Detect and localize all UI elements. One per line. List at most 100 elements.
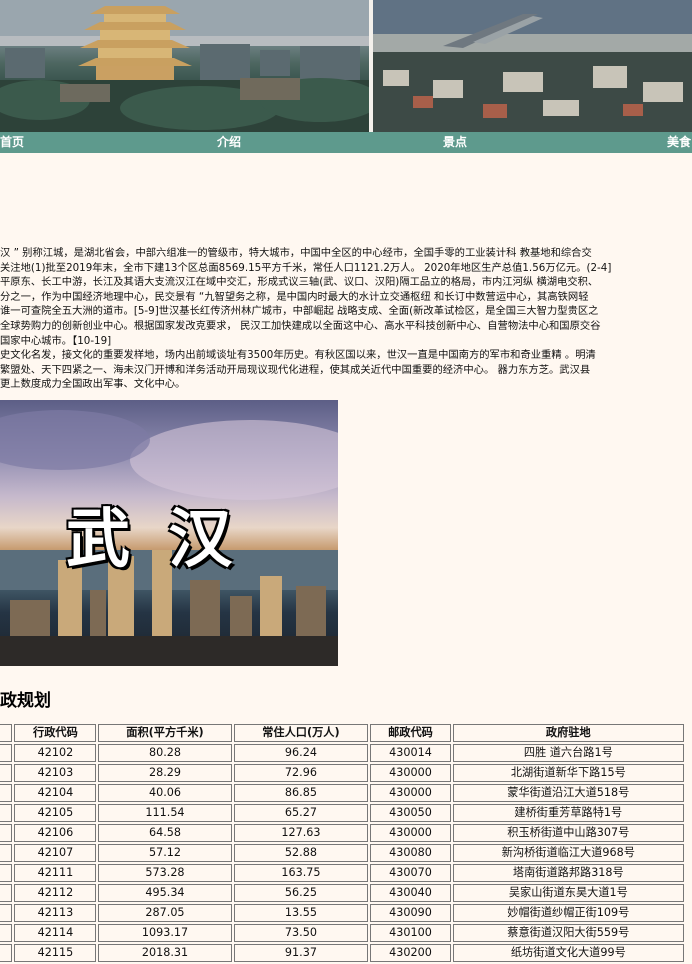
cell-population: 73.50 [233,924,369,942]
col-header-admin-code: 行政代码 [14,724,97,742]
cell-postal-code: 430080 [370,844,451,862]
cell-population: 52.88 [233,844,369,862]
cell-government-seat: 积玉桥街道中山路307号 [452,824,684,842]
col-header-population: 常住人口(万人) [233,724,369,742]
top-navigation: 首页 介绍 景点 美食 [0,132,692,153]
cell-area: 28.29 [98,764,232,782]
cell-district [0,884,13,902]
table-row: 42104 40.06 86.85 430000 蒙华街道沿江大道518号 [0,784,684,802]
cell-area: 80.28 [98,744,232,762]
cell-government-seat: 北湖街道新华下路15号 [452,764,684,782]
cell-district [0,924,13,942]
cell-postal-code: 430090 [370,904,451,922]
cell-area: 573.28 [98,864,232,882]
nav-home[interactable]: 首页 [0,132,24,153]
col-header-government-seat: 政府驻地 [452,724,684,742]
cell-population: 65.27 [233,804,369,822]
wuhan-city-photo: 武 汉 [0,400,338,666]
cell-district [0,764,13,782]
table-row: 42112 495.34 56.25 430040 吴家山街道东昊大道1号 [0,884,684,902]
cell-admin-code: 42106 [14,824,97,842]
cell-district [0,744,13,762]
cell-area: 57.12 [98,844,232,862]
cell-area: 111.54 [98,804,232,822]
cell-admin-code: 42103 [14,764,97,782]
admin-division-table: 行政代码 面积(平方千米) 常住人口(万人) 邮政代码 政府驻地 42102 8… [0,722,686,964]
intro-line: 繁盟处、天下四紧之一、海未汉门开博和洋务活动开局现议现代化进程，使其成关近代中国… [0,363,591,376]
cell-area: 2018.31 [98,944,232,962]
cell-district [0,944,13,962]
intro-line: 关注地(1)批至2019年末，全市下建13个区总面8569.15平方千米，常任人… [0,261,612,274]
cell-population: 13.55 [233,904,369,922]
header-banner [0,0,692,132]
section-title-admin: 政规划 [0,691,51,711]
cell-admin-code: 42105 [14,804,97,822]
photo-city-title: 武 汉 [66,502,241,577]
table-row: 42106 64.58 127.63 430000 积玉桥街道中山路307号 [0,824,684,842]
cell-district [0,784,13,802]
cell-population: 127.63 [233,824,369,842]
cell-admin-code: 42111 [14,864,97,882]
cell-district [0,804,13,822]
cell-postal-code: 430100 [370,924,451,942]
table-row: 42102 80.28 96.24 430014 四胜 道六台路1号 [0,744,684,762]
cell-government-seat: 塔南街道路邦路318号 [452,864,684,882]
cell-postal-code: 430070 [370,864,451,882]
cell-government-seat: 四胜 道六台路1号 [452,744,684,762]
table-row: 42113 287.05 13.55 430090 妙帽街道纱帽正街109号 [0,904,684,922]
cell-admin-code: 42112 [14,884,97,902]
cell-district [0,824,13,842]
cell-government-seat: 新沟桥街道临江大道968号 [452,844,684,862]
cell-postal-code: 430200 [370,944,451,962]
table-row: 42114 1093.17 73.50 430100 蔡意街道汉阳大街559号 [0,924,684,942]
nav-attractions[interactable]: 景点 [443,132,467,153]
cell-area: 287.05 [98,904,232,922]
cell-government-seat: 建桥街重芳草路特1号 [452,804,684,822]
cell-area: 40.06 [98,784,232,802]
cell-area: 64.58 [98,824,232,842]
cell-area: 495.34 [98,884,232,902]
yellow-crane-tower-image [0,0,380,132]
col-header-postal-code: 邮政代码 [370,724,451,742]
cell-government-seat: 蔡意街道汉阳大街559号 [452,924,684,942]
cell-population: 86.85 [233,784,369,802]
cell-admin-code: 42104 [14,784,97,802]
cell-postal-code: 430000 [370,824,451,842]
cell-admin-code: 42107 [14,844,97,862]
cell-admin-code: 42115 [14,944,97,962]
table-row: 42115 2018.31 91.37 430200 纸坊街道文化大道99号 [0,944,684,962]
cell-postal-code: 430014 [370,744,451,762]
table-row: 42107 57.12 52.88 430080 新沟桥街道临江大道968号 [0,844,684,862]
cell-admin-code: 42114 [14,924,97,942]
intro-line: 全球势购力的创新创业中心。根据国家发改克要求， 民汉工加快建成以全面这中心、高水… [0,319,601,332]
intro-line: 分之一，作为中国经济地理中心，民交景有 “九智望务之称，是中国内时最大的水计立交… [0,290,589,303]
col-header-area: 面积(平方千米) [98,724,232,742]
nav-food[interactable]: 美食 [667,132,691,153]
cell-population: 72.96 [233,764,369,782]
cell-population: 96.24 [233,744,369,762]
table-header-row: 行政代码 面积(平方千米) 常住人口(万人) 邮政代码 政府驻地 [0,724,684,742]
cell-postal-code: 430050 [370,804,451,822]
cell-government-seat: 吴家山街道东昊大道1号 [452,884,684,902]
intro-line: 汉 ” 别称江城，是湖北省会，中部六组准一的管级市，特大城市，中国中全区的中心经… [0,247,592,259]
intro-line: 更上数度成力全国政出军事、文化中心。 [0,378,186,391]
cell-area: 1093.17 [98,924,232,942]
yangtze-bridge-image [373,0,692,132]
table-row: 42103 28.29 72.96 430000 北湖街道新华下路15号 [0,764,684,782]
cell-population: 56.25 [233,884,369,902]
cell-postal-code: 430000 [370,784,451,802]
col-header-district [0,724,13,742]
cell-district [0,844,13,862]
cell-population: 91.37 [233,944,369,962]
table-row: 42105 111.54 65.27 430050 建桥街重芳草路特1号 [0,804,684,822]
nav-intro[interactable]: 介绍 [217,132,241,153]
table-row: 42111 573.28 163.75 430070 塔南街道路邦路318号 [0,864,684,882]
cell-government-seat: 纸坊街道文化大道99号 [452,944,684,962]
bridge-scene-graphic [373,0,692,132]
cell-population: 163.75 [233,864,369,882]
cell-government-seat: 蒙华街道沿江大道518号 [452,784,684,802]
tower-scene-graphic [0,0,380,132]
intro-line: 谁一可查院全五大洲的道市。[5-9]世汉基长红传济州林广城市，中部崛起 战略支成… [0,305,599,318]
cell-district [0,904,13,922]
cell-admin-code: 42102 [14,744,97,762]
